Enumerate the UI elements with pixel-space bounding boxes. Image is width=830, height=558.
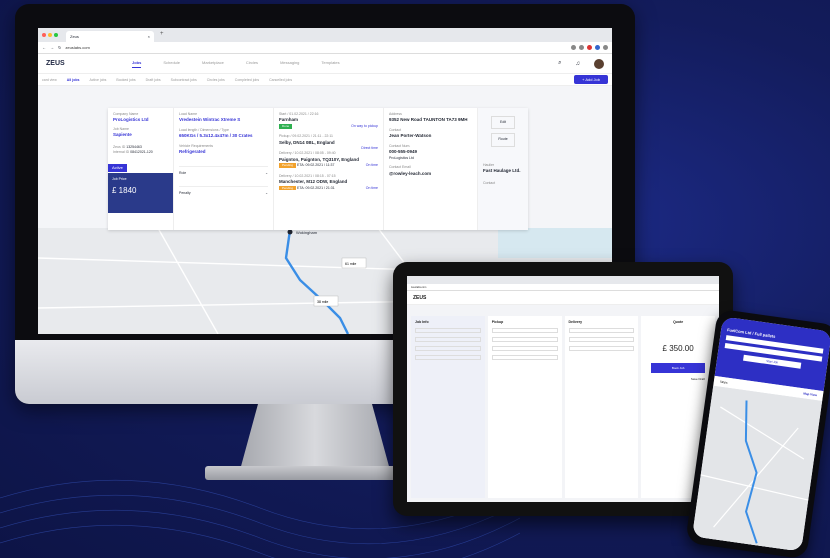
job-filter-bar: card view All jobs Active jobs Booked jo… xyxy=(38,74,612,86)
tablet-tabbar xyxy=(407,276,719,284)
list-item[interactable]: Start / 01.02.2021 / 22:16 Farnham Done … xyxy=(279,112,378,129)
nav-schedule[interactable]: Schedule xyxy=(163,60,180,68)
load-details: Load Name Vredestein Wintrac Xtreme S Lo… xyxy=(174,108,274,230)
reload-icon[interactable]: ↻ xyxy=(58,45,61,50)
map-place-label: Wokingham xyxy=(296,230,318,235)
tab-active-jobs[interactable]: Active jobs xyxy=(89,78,106,82)
role-select[interactable]: Role ⌄ xyxy=(179,166,268,176)
job-price-box: Job Price £ 1840 xyxy=(108,172,173,213)
save-draft-button[interactable]: Save Draft xyxy=(645,377,711,381)
tab-completed-jobs[interactable]: Completed jobs xyxy=(235,78,259,82)
avatar[interactable] xyxy=(594,58,604,69)
internal-id: 08412021-120 xyxy=(130,150,153,155)
book-job-button[interactable]: Book Job xyxy=(651,363,705,373)
penalty-select[interactable]: Penalty ⌄ xyxy=(179,186,268,196)
haulier-panel: Edit Route Haulier Fast Haulage Ltd. Con… xyxy=(478,108,528,230)
tab-stops[interactable]: Stops xyxy=(720,380,728,385)
quote-price: £ 350.00 xyxy=(662,344,694,353)
status-badge: Active xyxy=(108,163,127,172)
map-leg-2: 38 mile xyxy=(317,300,328,304)
tablet-screen: zeuslabs.com ZEUS Job Info Pickup Delive… xyxy=(407,276,719,502)
map-leg-1: 61 mile xyxy=(345,262,356,266)
nav-marketplace[interactable]: Marketplace xyxy=(202,60,224,68)
nav-jobs[interactable]: Jobs xyxy=(132,60,142,68)
tablet-logo[interactable]: ZEUS xyxy=(407,291,719,305)
add-job-button[interactable]: + Add Job xyxy=(574,75,608,84)
app-navbar: ZEUS Jobs Schedule Marketplace Circles M… xyxy=(38,54,612,74)
forward-icon[interactable]: → xyxy=(50,45,54,50)
nav-templates[interactable]: Templates xyxy=(321,60,339,68)
delivery-panel: Delivery xyxy=(564,316,639,498)
tab-subcontract-jobs[interactable]: Subcontract jobs xyxy=(171,78,197,82)
contact-details: Address 9352 New Road TAUNTON TA73 9MH C… xyxy=(384,108,478,230)
zeus-logo[interactable]: ZEUS xyxy=(46,60,102,67)
new-tab-icon[interactable]: + xyxy=(160,31,164,37)
tab-map-view[interactable]: Map View xyxy=(803,391,817,397)
edit-button[interactable]: Edit xyxy=(491,116,515,130)
bell-icon[interactable]: ♫ xyxy=(576,61,581,67)
browser-tabbar: Zeus × + xyxy=(38,28,612,42)
extension-icons[interactable] xyxy=(571,45,608,50)
main-nav: Jobs Schedule Marketplace Circles Messag… xyxy=(132,60,340,68)
route-button[interactable]: Route xyxy=(491,133,515,147)
job-summary: Company Name ProLogistics Ltd Job Name S… xyxy=(108,108,174,230)
load-dims: 650KGs / 5.3x12.4x47m / 30 Crates xyxy=(179,133,253,139)
tablet-form: Job Info Pickup Delivery Quote £ 350.00 … xyxy=(411,316,715,498)
job-name: Sapiente xyxy=(113,132,132,138)
monitor-stand xyxy=(240,404,390,470)
back-icon[interactable]: ← xyxy=(42,45,46,50)
monitor-foot xyxy=(205,466,425,480)
status-badge: Pending xyxy=(279,163,297,168)
tablet-url[interactable]: zeuslabs.com xyxy=(407,284,719,291)
browser-urlbar: ← → ↻ zeuslabs.com xyxy=(38,42,612,54)
tab-cancelled-jobs[interactable]: Cancelled jobs xyxy=(269,78,292,82)
status-badge: Pending xyxy=(279,185,297,190)
job-info-panel: Job Info xyxy=(411,316,485,498)
vehicle-req: Refrigerated xyxy=(179,149,206,155)
status-badge: Done xyxy=(279,124,293,129)
url-input[interactable]: zeuslabs.com xyxy=(65,45,567,50)
tab-all-jobs[interactable]: All jobs xyxy=(67,78,80,82)
nav-circles[interactable]: Circles xyxy=(246,60,258,68)
tab-booked-jobs[interactable]: Booked jobs xyxy=(116,78,135,82)
tab-circles-jobs[interactable]: Circles jobs xyxy=(207,78,225,82)
list-item[interactable]: Delivery / 10.02.2021 / 08:15 - 07:15 Ma… xyxy=(279,174,378,191)
job-card[interactable]: Company Name ProLogistics Ltd Job Name S… xyxy=(108,108,528,230)
pickup-panel: Pickup xyxy=(487,316,562,498)
job-price: £ 1840 xyxy=(112,185,137,195)
search-icon[interactable]: ⌕ xyxy=(558,60,561,67)
view-toggle[interactable]: card view xyxy=(42,78,57,82)
list-item[interactable]: Delivery / 10.02.2021 / 08:05 - 09:40 Pa… xyxy=(279,151,378,168)
company-name: ProLogistics Ltd xyxy=(113,117,149,123)
browser-tab[interactable]: Zeus × xyxy=(66,31,154,42)
route-stops: Start / 01.02.2021 / 22:16 Farnham Done … xyxy=(274,108,384,230)
load-name: Vredestein Wintrac Xtreme S xyxy=(179,117,241,123)
tab-draft-jobs[interactable]: Draft jobs xyxy=(146,78,161,82)
phone-route-map[interactable] xyxy=(692,385,823,552)
nav-messaging[interactable]: Messaging xyxy=(280,60,299,68)
zeus-id: 13254463 xyxy=(126,145,142,149)
list-item[interactable]: Pickup / 09.02.2021 / 21:11 - 22:11 Selb… xyxy=(279,134,378,150)
